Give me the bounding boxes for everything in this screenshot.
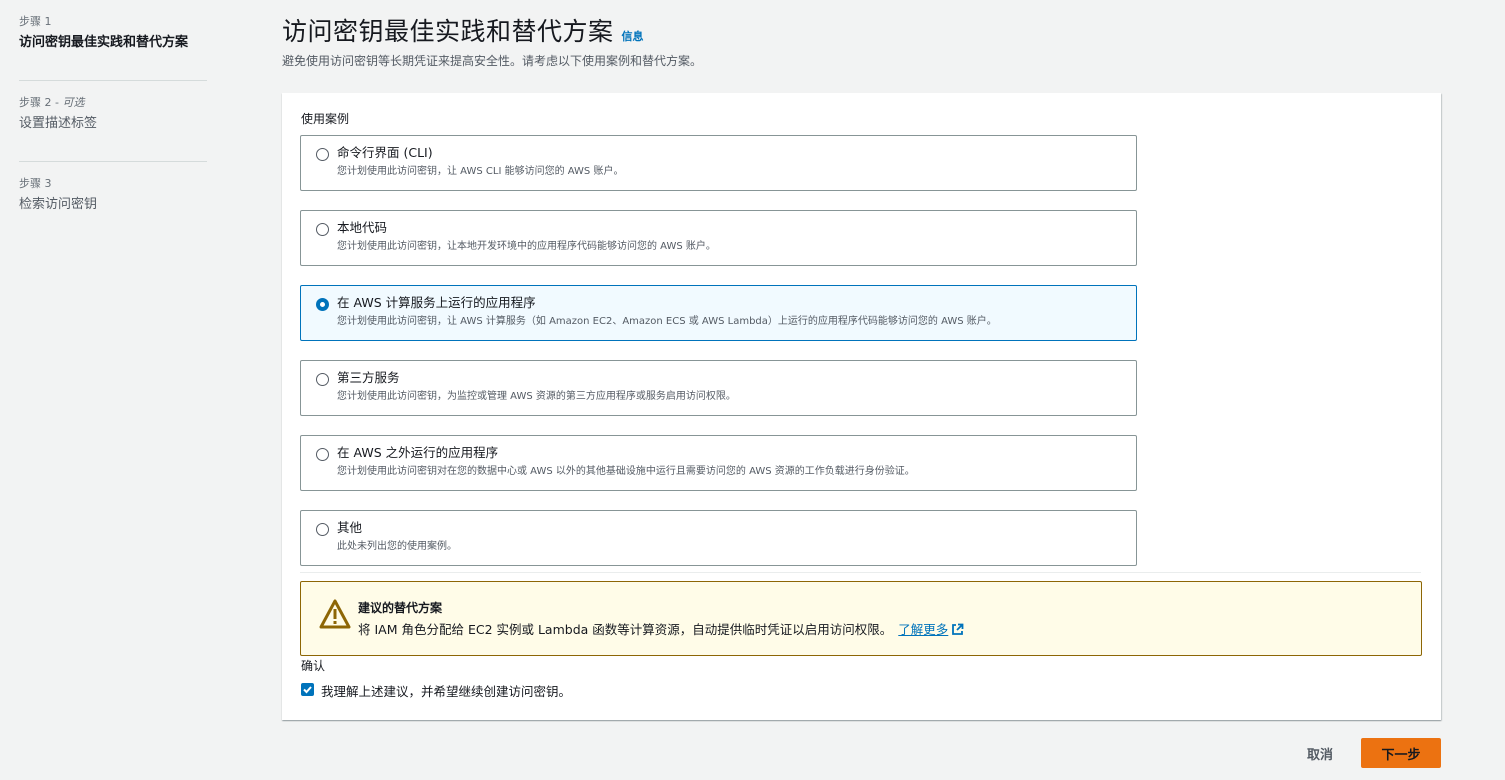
- alert-title: 建议的替代方案: [358, 601, 443, 615]
- step-3[interactable]: 步骤 3 检索访问密钥: [19, 161, 207, 242]
- step-1[interactable]: 步骤 1 访问密钥最佳实践和替代方案: [19, 14, 207, 80]
- acknowledge-checkbox-label[interactable]: 我理解上述建议，并希望继续创建访问密钥。: [321, 681, 571, 700]
- option-description: 此处未列出您的使用案例。: [337, 541, 457, 552]
- option-local-code[interactable]: 本地代码 您计划使用此访问密钥，让本地开发环境中的应用程序代码能够访问您的 AW…: [300, 210, 1137, 266]
- option-aws-compute[interactable]: 在 AWS 计算服务上运行的应用程序 您计划使用此访问密钥，让 AWS 计算服务…: [300, 285, 1137, 341]
- info-link[interactable]: 信息: [622, 28, 644, 44]
- radio-button[interactable]: [316, 148, 329, 161]
- step-title-active[interactable]: 访问密钥最佳实践和替代方案: [19, 32, 207, 54]
- step-2[interactable]: 步骤 2 - 可选 设置描述标签: [19, 80, 207, 161]
- option-description: 您计划使用此访问密钥，让本地开发环境中的应用程序代码能够访问您的 AWS 账户。: [337, 241, 716, 252]
- warning-icon: [319, 599, 351, 629]
- option-title: 命令行界面 (CLI): [337, 145, 433, 160]
- option-description: 您计划使用此访问密钥，让 AWS CLI 能够访问您的 AWS 账户。: [337, 166, 624, 177]
- step-title[interactable]: 设置描述标签: [19, 113, 207, 135]
- alternative-alert: 建议的替代方案 将 IAM 角色分配给 EC2 实例或 Lambda 函数等计算…: [300, 581, 1422, 656]
- option-title: 在 AWS 计算服务上运行的应用程序: [337, 295, 536, 310]
- confirm-label: 确认: [301, 659, 326, 673]
- step-number: 步骤 3: [19, 177, 52, 190]
- option-title: 在 AWS 之外运行的应用程序: [337, 445, 499, 460]
- option-description: 您计划使用此访问密钥，为监控或管理 AWS 资源的第三方应用程序或服务启用访问权…: [337, 391, 736, 402]
- option-title: 其他: [337, 520, 363, 535]
- use-case-panel: 使用案例 命令行界面 (CLI) 您计划使用此访问密钥，让 AWS CLI 能够…: [282, 93, 1441, 720]
- option-other[interactable]: 其他 此处未列出您的使用案例。: [300, 510, 1137, 566]
- radio-button[interactable]: [316, 448, 329, 461]
- page-description: 避免使用访问密钥等长期凭证来提高安全性。请考虑以下使用案例和替代方案。: [282, 54, 703, 68]
- option-cli[interactable]: 命令行界面 (CLI) 您计划使用此访问密钥，让 AWS CLI 能够访问您的 …: [300, 135, 1137, 191]
- page-title: 访问密钥最佳实践和替代方案: [282, 17, 614, 46]
- step-number-text: 步骤 2 -: [19, 96, 63, 109]
- alert-body-text: 将 IAM 角色分配给 EC2 实例或 Lambda 函数等计算资源，自动提供临…: [358, 622, 893, 637]
- divider: [300, 572, 1421, 573]
- step-optional-tag: 可选: [62, 96, 85, 109]
- page-title-row: 访问密钥最佳实践和替代方案 信息: [282, 14, 1182, 50]
- next-button[interactable]: 下一步: [1361, 738, 1441, 768]
- cancel-button[interactable]: 取消: [1290, 738, 1350, 768]
- option-outside-aws[interactable]: 在 AWS 之外运行的应用程序 您计划使用此访问密钥对在您的数据中心或 AWS …: [300, 435, 1137, 491]
- option-third-party[interactable]: 第三方服务 您计划使用此访问密钥，为监控或管理 AWS 资源的第三方应用程序或服…: [300, 360, 1137, 416]
- external-link-icon[interactable]: [951, 623, 964, 636]
- alert-body: 将 IAM 角色分配给 EC2 实例或 Lambda 函数等计算资源，自动提供临…: [358, 619, 964, 638]
- option-title: 本地代码: [337, 220, 388, 235]
- use-case-label: 使用案例: [301, 112, 350, 126]
- option-description: 您计划使用此访问密钥对在您的数据中心或 AWS 以外的其他基础设施中运行且需要访…: [337, 466, 915, 477]
- page-header: 访问密钥最佳实践和替代方案 信息 避免使用访问密钥等长期凭证来提高安全性。请考虑…: [282, 14, 1182, 70]
- option-description: 您计划使用此访问密钥，让 AWS 计算服务（如 Amazon EC2、Amazo…: [337, 316, 997, 327]
- learn-more-link[interactable]: 了解更多: [898, 622, 948, 637]
- radio-button-selected[interactable]: [316, 298, 329, 311]
- acknowledge-checkbox[interactable]: [301, 683, 314, 696]
- radio-button[interactable]: [316, 373, 329, 386]
- step-number: 步骤 1: [19, 15, 52, 28]
- radio-button[interactable]: [316, 523, 329, 536]
- wizard-steps-nav: 步骤 1 访问密钥最佳实践和替代方案 步骤 2 - 可选 设置描述标签 步骤 3…: [19, 14, 207, 242]
- step-title[interactable]: 检索访问密钥: [19, 194, 207, 216]
- checkmark-icon: [303, 686, 312, 694]
- radio-button[interactable]: [316, 223, 329, 236]
- step-number: 步骤 2 - 可选: [19, 95, 207, 110]
- option-title: 第三方服务: [337, 370, 400, 385]
